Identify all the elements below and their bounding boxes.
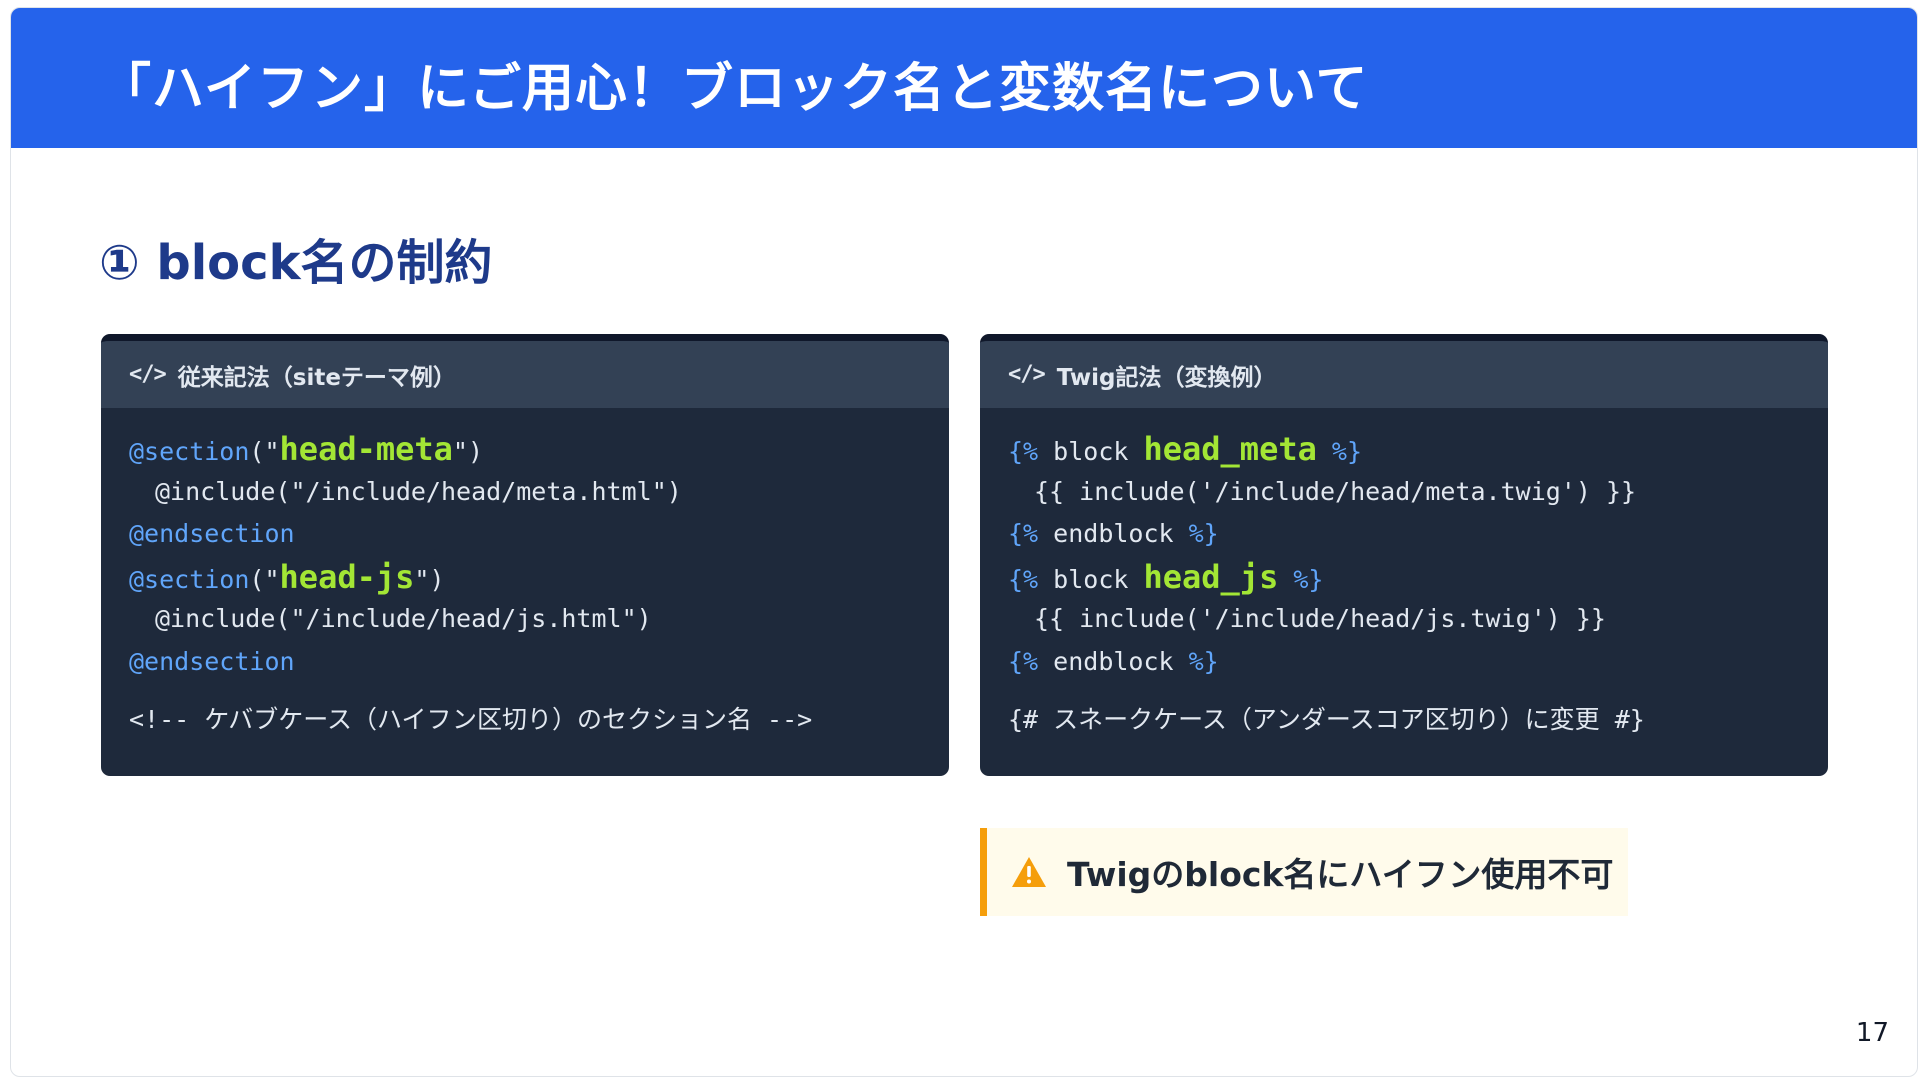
code-line: {{ include('/include/head/meta.twig') }}	[1034, 476, 1637, 506]
code-section-name: head-js	[279, 557, 415, 596]
code-delimiter: %}	[1316, 437, 1363, 466]
code-line: @endsection	[129, 641, 921, 684]
code-section-name: head-meta	[279, 430, 453, 468]
code-line: @endsection	[129, 513, 921, 556]
code-line: @section("head-meta")	[129, 428, 921, 471]
code-keyword: @endsection	[129, 646, 295, 676]
code-block: {% block head_meta %} {{ include('/inclu…	[980, 408, 1828, 742]
code-line: {% endblock %}	[1008, 513, 1800, 556]
code-line: {% endblock %}	[1008, 641, 1800, 684]
code-punct: ")	[414, 564, 445, 594]
warning-text: Twigのblock名にハイフン使用不可	[1067, 855, 1614, 894]
code-icon: </>	[129, 362, 167, 387]
code-delimiter: %}	[1188, 646, 1219, 676]
code-delimiter: {%	[1008, 646, 1039, 676]
header-bar: 「ハイフン」にご用心！ブロック名と変数名について	[11, 8, 1917, 148]
code-delimiter: {%	[1008, 519, 1039, 548]
code-card-header: </> 従来記法（siteテーマ例）	[101, 341, 949, 408]
code-block-name: head_meta	[1143, 430, 1317, 468]
code-keyword: @endsection	[129, 519, 295, 548]
code-keyword: @section	[129, 437, 250, 466]
warning-callout: Twigのblock名にハイフン使用不可	[980, 828, 1628, 916]
code-delimiter: %}	[1188, 519, 1219, 548]
code-line: @include("/include/head/meta.html")	[155, 476, 682, 506]
code-card-title: 従来記法（siteテーマ例）	[177, 364, 456, 391]
code-block: @section("head-meta") @include("/include…	[101, 408, 949, 742]
code-line: {{ include('/include/head/js.twig') }}	[1034, 604, 1606, 633]
code-keyword: @section	[129, 564, 250, 594]
code-block-name: head_js	[1143, 557, 1279, 596]
code-keyword: block	[1038, 437, 1144, 466]
code-delimiter: {%	[1008, 564, 1039, 594]
code-line: @include("/include/head/js.html")	[155, 604, 652, 633]
warning-icon	[1012, 857, 1046, 887]
page-number: 17	[1855, 1018, 1889, 1048]
code-line: {% block head_js %}	[1008, 556, 1800, 599]
slide: 「ハイフン」にご用心！ブロック名と変数名について ① block名の制約 </>…	[10, 7, 1918, 1077]
code-card-legacy: </> 従来記法（siteテーマ例） @section("head-meta")…	[101, 334, 949, 776]
code-punct: ")	[452, 437, 484, 466]
code-card-title: Twig記法（変換例）	[1056, 364, 1277, 391]
code-punct: ("	[249, 564, 280, 594]
code-comment: <!-- ケバブケース（ハイフン区切り）のセクション名 -->	[129, 705, 813, 734]
code-keyword: endblock	[1038, 646, 1189, 676]
code-delimiter: {%	[1008, 437, 1039, 466]
code-line: {% block head_meta %}	[1008, 428, 1800, 471]
code-punct: ("	[249, 437, 280, 466]
code-keyword: endblock	[1038, 519, 1189, 548]
slide-title: 「ハイフン」にご用心！ブロック名と変数名について	[99, 59, 1369, 119]
code-card-header: </> Twig記法（変換例）	[980, 341, 1828, 408]
section-heading: ① block名の制約	[99, 235, 493, 291]
code-line: @section("head-js")	[129, 556, 921, 599]
code-comment: {# スネークケース（アンダースコア区切り）に変更 #}	[1008, 705, 1645, 734]
code-icon: </>	[1008, 362, 1046, 387]
code-delimiter: %}	[1278, 564, 1324, 594]
code-keyword: block	[1038, 564, 1144, 594]
code-card-twig: </> Twig記法（変換例） {% block head_meta %} {{…	[980, 334, 1828, 776]
